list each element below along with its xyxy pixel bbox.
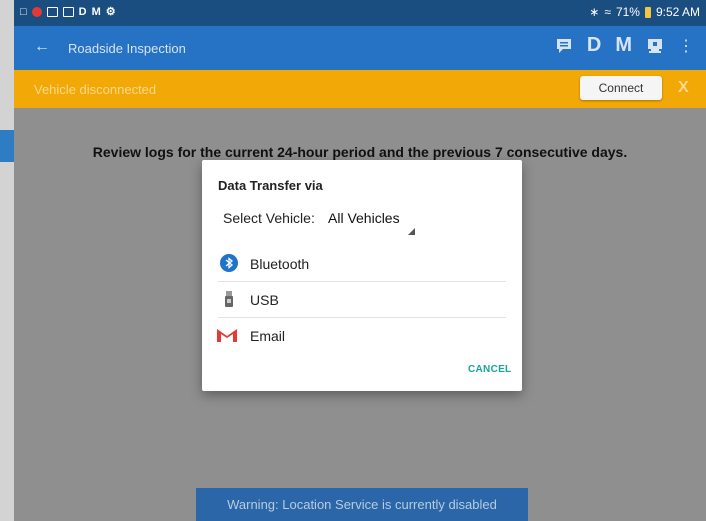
clock: 9:52 AM bbox=[655, 5, 700, 19]
android-icon: ⚙ bbox=[105, 6, 116, 18]
select-vehicle-label: Select Vehicle: bbox=[223, 210, 315, 226]
vehicle-select[interactable]: All Vehicles bbox=[328, 210, 400, 226]
option-label: Bluetooth bbox=[250, 256, 310, 272]
message-icon bbox=[62, 7, 74, 17]
chat-icon[interactable] bbox=[555, 37, 573, 55]
transfer-option-usb[interactable]: USB bbox=[218, 282, 506, 318]
overflow-menu-icon[interactable]: ⋮ bbox=[678, 36, 694, 56]
data-transfer-dialog: Data Transfer via Select Vehicle: All Ve… bbox=[202, 160, 522, 391]
vehicle-status-message: Vehicle disconnected bbox=[34, 82, 157, 97]
dismiss-bar-button[interactable]: X bbox=[678, 79, 689, 97]
bezel-accent bbox=[0, 130, 14, 162]
gmail-icon bbox=[216, 327, 238, 343]
option-label: USB bbox=[250, 292, 279, 308]
driving-status-d-button[interactable]: D bbox=[587, 34, 601, 57]
wifi-icon: ≈ bbox=[604, 5, 611, 19]
mail-icon bbox=[46, 7, 58, 17]
transfer-option-bluetooth[interactable]: Bluetooth bbox=[218, 246, 506, 282]
location-warning: Warning: Location Service is currently d… bbox=[196, 488, 528, 521]
cancel-button[interactable]: CANCEL bbox=[468, 364, 511, 375]
system-tray: ∗ ≈ 71% 9:52 AM bbox=[589, 5, 700, 19]
toolbar-actions: D M ⋮ bbox=[555, 34, 694, 57]
alert-icon bbox=[31, 7, 42, 17]
dialog-title: Data Transfer via bbox=[218, 178, 323, 193]
battery-icon bbox=[644, 6, 651, 18]
device-bezel bbox=[0, 0, 14, 521]
driving-status-m-button[interactable]: M bbox=[615, 34, 632, 57]
usb-icon bbox=[220, 290, 238, 308]
status-m-icon: M bbox=[91, 6, 101, 18]
notification-icons: □ D M ⚙ bbox=[20, 5, 116, 19]
back-arrow-icon[interactable]: ← bbox=[34, 38, 50, 56]
bluetooth-status-icon: ∗ bbox=[589, 5, 600, 19]
option-label: Email bbox=[250, 328, 286, 344]
app-toolbar: ← Roadside Inspection D M ⋮ bbox=[14, 26, 706, 70]
review-instructions: Review logs for the current 24-hour peri… bbox=[92, 144, 628, 160]
eld-device-icon[interactable] bbox=[646, 37, 664, 55]
page-title: Roadside Inspection bbox=[68, 41, 186, 56]
vehicle-status-bar: Vehicle disconnected Connect X bbox=[14, 70, 706, 108]
app-screen: □ D M ⚙ ∗ ≈ 71% 9:52 AM ← Roadside Inspe… bbox=[14, 0, 706, 521]
bluetooth-icon bbox=[220, 254, 238, 272]
status-bar: □ D M ⚙ ∗ ≈ 71% 9:52 AM bbox=[14, 0, 706, 26]
dropdown-caret-icon[interactable] bbox=[408, 228, 415, 235]
transfer-option-email[interactable]: Email bbox=[216, 318, 506, 354]
battery-percent: 71% bbox=[615, 5, 640, 19]
connect-button[interactable]: Connect bbox=[580, 76, 662, 100]
notification-icon: □ bbox=[20, 6, 27, 18]
status-d-icon: D bbox=[78, 6, 87, 18]
